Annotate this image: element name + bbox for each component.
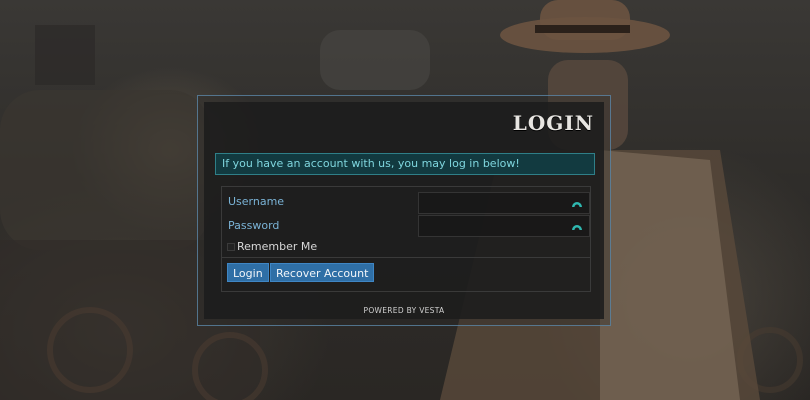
password-input[interactable] [418,215,590,237]
login-panel: LOGIN If you have an account with us, yo… [197,95,611,326]
validation-arc-icon [572,225,582,230]
recover-account-button[interactable]: Recover Account [270,263,375,282]
powered-by-footer: POWERED BY VESTA [363,306,445,315]
remember-me-label: Remember Me [237,240,318,253]
login-button[interactable]: Login [227,263,269,282]
login-panel-body: LOGIN If you have an account with us, yo… [204,102,604,319]
validation-arc-icon [572,202,582,207]
login-form: Username Password Remember Me Login Reco… [221,186,591,292]
password-label: Password [228,219,280,232]
form-divider [222,257,590,258]
page-title: LOGIN [512,111,594,135]
info-notice: If you have an account with us, you may … [215,153,595,175]
username-input[interactable] [418,192,590,214]
remember-me[interactable]: Remember Me [227,240,317,253]
remember-me-checkbox[interactable] [227,243,235,251]
username-label: Username [228,195,285,208]
